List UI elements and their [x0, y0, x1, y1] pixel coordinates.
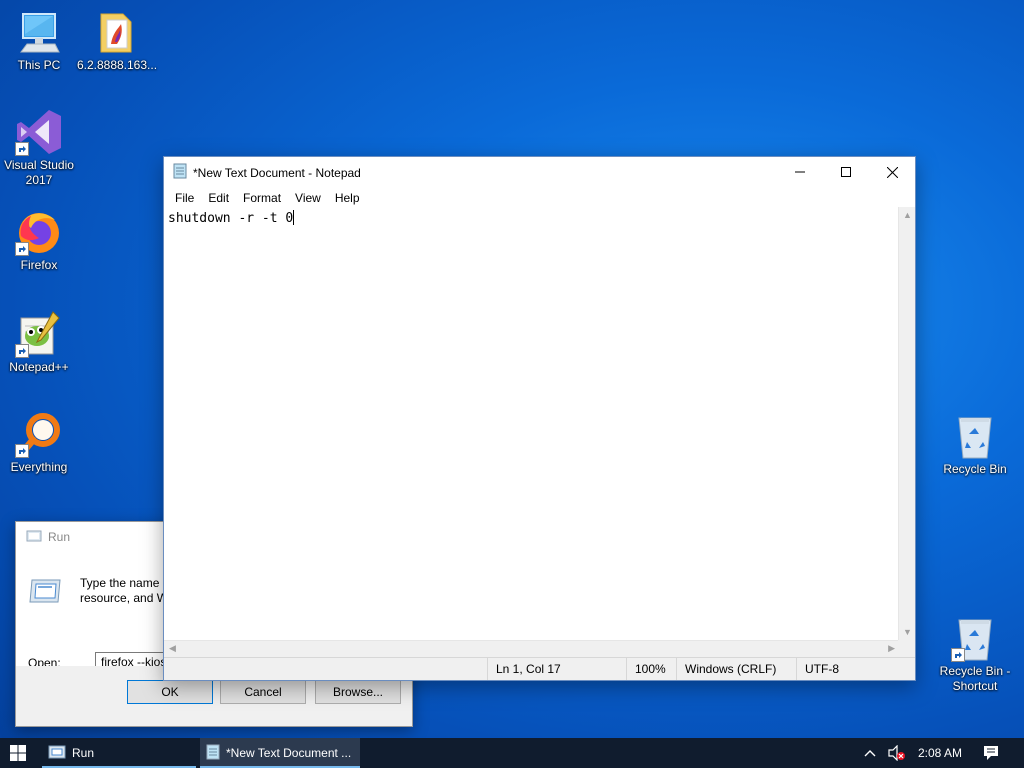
desktop-icon-label: Notepad++: [9, 360, 69, 374]
everything-item[interactable]: Everything: [0, 410, 81, 475]
desktop-icon-label: This PC: [17, 58, 61, 72]
desktop-icon-label: Visual Studio 2017: [4, 158, 74, 187]
minimize-icon: [795, 171, 805, 173]
folder-item[interactable]: 6.2.8888.163...: [75, 8, 159, 73]
shortcut-arrow-icon: [15, 444, 29, 458]
menu-edit[interactable]: Edit: [201, 191, 236, 205]
status-zoom: 100%: [626, 658, 676, 680]
window-title: *New Text Document - Notepad: [193, 165, 361, 180]
scroll-up-icon[interactable]: ▲: [903, 210, 912, 220]
text-editor-area[interactable]: shutdown -r -t 0: [164, 207, 900, 640]
volume-muted-icon: [888, 745, 905, 761]
taskbar-item-label: *New Text Document ...: [226, 746, 352, 760]
shortcut-arrow-icon: [15, 242, 29, 256]
menu-bar: File Edit Format View Help: [164, 188, 915, 207]
run-taskbar-icon: [48, 745, 66, 762]
run-description: Type the name o resource, and W: [80, 576, 169, 606]
scroll-down-icon[interactable]: ▼: [903, 627, 912, 637]
clock[interactable]: 2:08 AM: [918, 738, 962, 768]
notepadpp-item[interactable]: Notepad++: [0, 310, 81, 375]
menu-file[interactable]: File: [168, 191, 201, 205]
run-description-line: resource, and W: [80, 591, 169, 605]
maximize-icon: [841, 167, 851, 177]
firefox-icon: [15, 208, 63, 256]
shortcut-arrow-icon: [951, 648, 965, 662]
visual-studio-item[interactable]: Visual Studio 2017: [0, 108, 81, 188]
everything-icon: [15, 410, 63, 458]
scroll-left-icon[interactable]: ◀: [169, 643, 176, 654]
windows-logo-icon: [10, 745, 26, 761]
folder-icon: [93, 8, 141, 56]
recycle-bin-shortcut-icon: [951, 614, 999, 662]
this-pc-icon[interactable]: This PC: [0, 8, 81, 73]
desktop-icon-label: Recycle Bin - Shortcut: [939, 664, 1011, 693]
scroll-corner: [898, 640, 915, 657]
visual-studio-icon: [15, 108, 63, 156]
action-center-button[interactable]: [983, 738, 999, 768]
vertical-scrollbar[interactable]: ▲ ▼: [898, 207, 915, 640]
menu-format[interactable]: Format: [236, 191, 288, 205]
notification-icon: [984, 746, 998, 760]
run-large-icon: [28, 578, 62, 607]
notepad-app-icon: [173, 163, 187, 182]
firefox-item[interactable]: Firefox: [0, 208, 81, 273]
run-description-line: Type the name o: [80, 576, 170, 590]
desktop-icon-label: Firefox: [20, 258, 58, 272]
computer-icon: [15, 8, 63, 56]
close-button[interactable]: [869, 157, 915, 187]
horizontal-scrollbar[interactable]: ◀ ▶: [164, 640, 900, 657]
notepad-taskbar-icon: [206, 744, 220, 763]
status-position: Ln 1, Col 17: [487, 658, 626, 680]
taskbar-item-run[interactable]: Run: [42, 738, 196, 768]
status-encoding: UTF-8: [796, 658, 916, 680]
text-caret: [293, 210, 295, 225]
shortcut-arrow-icon: [15, 344, 29, 358]
recycle-bin-item[interactable]: Recycle Bin: [933, 412, 1017, 477]
scroll-right-icon[interactable]: ▶: [888, 643, 895, 654]
menu-view[interactable]: View: [288, 191, 328, 205]
show-hidden-icons-button[interactable]: [864, 738, 876, 768]
shortcut-arrow-icon: [15, 142, 29, 156]
notepad-titlebar[interactable]: *New Text Document - Notepad: [164, 157, 915, 188]
recycle-bin-shortcut-item[interactable]: Recycle Bin - Shortcut: [933, 614, 1017, 694]
chevron-up-icon: [864, 750, 876, 757]
menu-help[interactable]: Help: [328, 191, 367, 205]
desktop-icon-label: 6.2.8888.163...: [76, 58, 158, 72]
cancel-button[interactable]: Cancel: [220, 680, 306, 704]
taskbar-item-label: Run: [72, 746, 95, 760]
start-button[interactable]: [0, 738, 36, 768]
notepad-window: *New Text Document - Notepad File Edit F…: [163, 156, 916, 681]
editor-text: shutdown -r -t 0: [168, 211, 294, 226]
maximize-button[interactable]: [823, 157, 869, 187]
browse-button[interactable]: Browse...: [315, 680, 401, 704]
taskbar: Run *New Text Document ... 2:08 AM: [0, 738, 1024, 768]
status-bar: Ln 1, Col 17 100% Windows (CRLF) UTF-8: [164, 657, 915, 680]
minimize-button[interactable]: [777, 157, 823, 187]
close-icon: [886, 166, 898, 178]
recycle-bin-icon: [951, 412, 999, 460]
run-app-icon: [26, 529, 42, 546]
notepadpp-icon: [15, 310, 63, 358]
run-title: Run: [48, 530, 71, 544]
taskbar-item-notepad[interactable]: *New Text Document ...: [200, 738, 360, 768]
status-line-ending: Windows (CRLF): [676, 658, 796, 680]
desktop-icon-label: Recycle Bin: [943, 462, 1007, 476]
desktop-icon-label: Everything: [10, 460, 68, 474]
ok-button[interactable]: OK: [127, 680, 213, 704]
volume-button[interactable]: [888, 738, 906, 768]
